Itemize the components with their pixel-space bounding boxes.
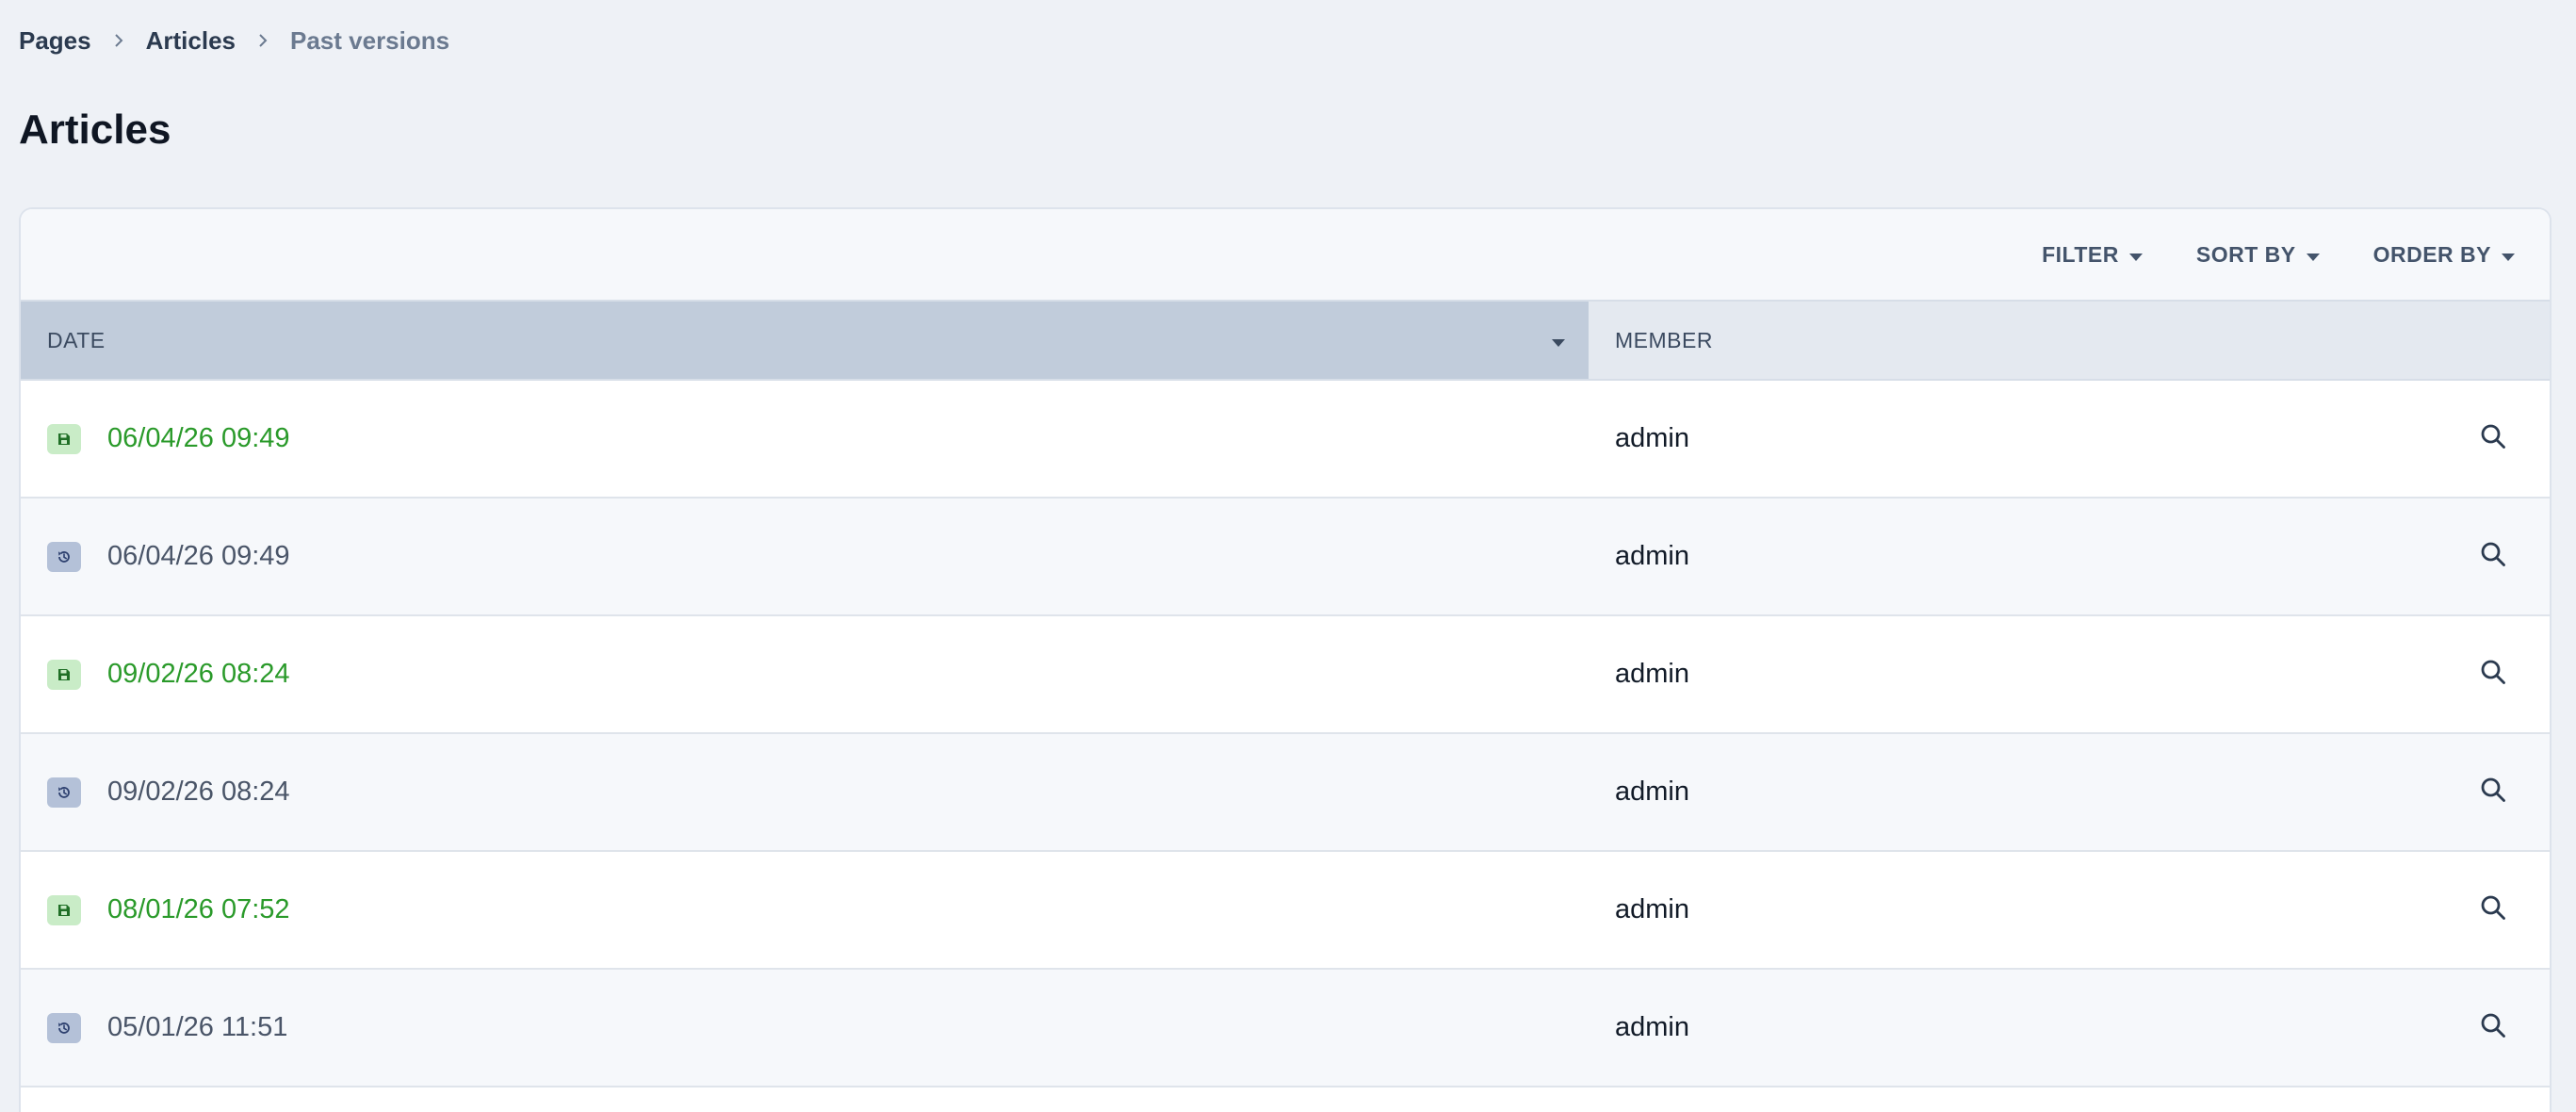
column-header-member-label: MEMBER <box>1615 327 1713 352</box>
version-member: admin <box>1615 1012 1689 1042</box>
cell-date: 09/02/26 08:24 <box>21 659 1589 690</box>
table-row[interactable]: 05/01/26 11:51 admin <box>21 970 2550 1087</box>
search-icon <box>2479 1011 2507 1044</box>
breadcrumb-articles-link[interactable]: Articles <box>146 26 236 56</box>
column-header-member[interactable]: MEMBER <box>1589 302 2550 379</box>
search-icon <box>2479 422 2507 455</box>
chevron-right-icon <box>256 34 269 47</box>
view-version-button[interactable] <box>2437 658 2550 691</box>
version-member: admin <box>1615 423 1689 453</box>
history-icon <box>47 1012 81 1043</box>
cell-date: 08/01/26 07:52 <box>21 894 1589 925</box>
cell-date: 05/01/26 11:51 <box>21 1012 1589 1043</box>
sort-by-button[interactable]: SORT BY <box>2196 242 2321 268</box>
version-date: 05/01/26 11:51 <box>107 1012 288 1042</box>
cell-date: 06/04/26 09:49 <box>21 541 1589 572</box>
history-icon <box>47 541 81 572</box>
version-member: admin <box>1615 777 1689 807</box>
list-toolbar: FILTER SORT BY ORDER BY <box>21 209 2550 302</box>
column-header-date[interactable]: DATE <box>21 302 1589 379</box>
save-icon <box>47 659 81 690</box>
version-date: 06/04/26 09:49 <box>107 423 290 453</box>
view-version-button[interactable] <box>2437 1011 2550 1044</box>
version-member: admin <box>1615 541 1689 571</box>
filter-label: FILTER <box>2042 241 2119 267</box>
breadcrumb-pages-link[interactable]: Pages <box>19 26 91 56</box>
table-header: DATE MEMBER <box>21 302 2550 381</box>
caret-down-icon <box>1551 328 1566 353</box>
version-date: 09/02/26 08:24 <box>107 659 290 689</box>
table-row[interactable]: 06/04/26 09:49 admin <box>21 499 2550 616</box>
version-date: 06/04/26 09:49 <box>107 541 290 571</box>
version-member: admin <box>1615 894 1689 924</box>
table-row[interactable]: 09/02/26 08:24 admin <box>21 734 2550 852</box>
view-version-button[interactable] <box>2437 776 2550 809</box>
order-by-button[interactable]: ORDER BY <box>2373 242 2516 268</box>
breadcrumb: Pages Articles Past versions <box>19 25 449 57</box>
view-version-button[interactable] <box>2437 540 2550 573</box>
caret-down-icon <box>2501 242 2516 268</box>
save-icon <box>47 423 81 454</box>
caret-down-icon <box>2306 242 2321 268</box>
chevron-right-icon <box>112 34 125 47</box>
version-member: admin <box>1615 659 1689 689</box>
table-row[interactable]: 09/02/26 08:24 admin <box>21 616 2550 734</box>
history-icon <box>47 777 81 808</box>
table-row[interactable]: 08/01/26 07:52 admin <box>21 852 2550 970</box>
version-date: 08/01/26 07:52 <box>107 894 290 924</box>
order-by-label: ORDER BY <box>2372 241 2491 267</box>
caret-down-icon <box>2128 242 2144 268</box>
filter-button[interactable]: FILTER <box>2042 242 2144 268</box>
view-version-button[interactable] <box>2437 422 2550 455</box>
versions-panel: FILTER SORT BY ORDER BY DATE MEMBER 06/0… <box>19 207 2552 1112</box>
table-body: 06/04/26 09:49 admin 06/04/26 09:49 admin 09… <box>21 381 2550 1087</box>
breadcrumb-current: Past versions <box>290 25 450 55</box>
search-icon <box>2479 658 2507 691</box>
search-icon <box>2479 893 2507 926</box>
search-icon <box>2479 540 2507 573</box>
table-row[interactable]: 06/04/26 09:49 admin <box>21 381 2550 499</box>
search-icon <box>2479 776 2507 809</box>
cell-date: 09/02/26 08:24 <box>21 777 1589 808</box>
column-header-date-label: DATE <box>47 327 106 352</box>
sort-by-label: SORT BY <box>2195 241 2296 267</box>
save-icon <box>47 894 81 925</box>
page-title: Articles <box>19 106 171 153</box>
cell-date: 06/04/26 09:49 <box>21 423 1589 454</box>
version-date: 09/02/26 08:24 <box>107 777 290 807</box>
view-version-button[interactable] <box>2437 893 2550 926</box>
